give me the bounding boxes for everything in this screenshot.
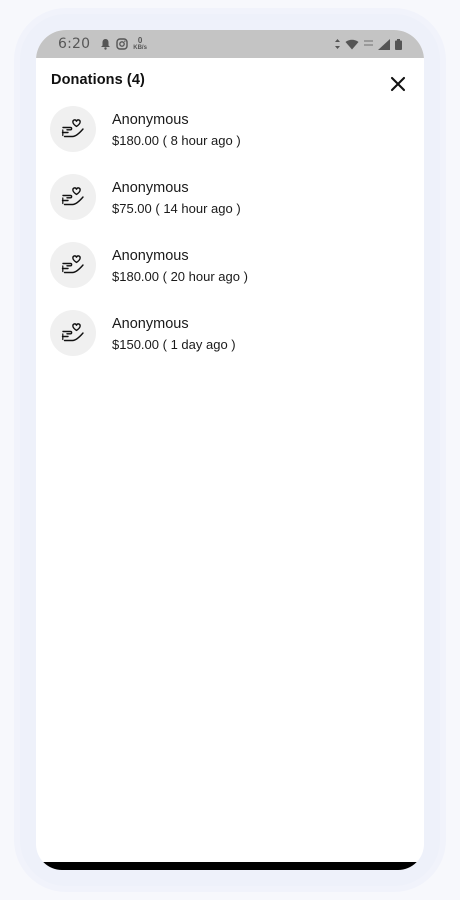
close-button[interactable]	[386, 72, 410, 96]
donation-time: ( 1 day ago )	[162, 337, 236, 352]
donation-row: Anonymous $180.00 ( 20 hour ago )	[36, 242, 424, 310]
donate-hand-heart-icon	[61, 119, 84, 138]
data-rate-unit: KB/s	[133, 45, 147, 51]
donor-avatar	[50, 242, 96, 288]
donor-name: Anonymous	[112, 112, 189, 128]
donation-amount: $150.00	[112, 337, 159, 352]
donation-amount: $75.00	[112, 201, 152, 216]
donation-time: ( 20 hour ago )	[162, 269, 248, 284]
data-rate-icon: 0 KB/s	[133, 36, 147, 52]
donor-name: Anonymous	[112, 248, 189, 264]
donation-amount: $180.00	[112, 133, 159, 148]
donation-detail: $180.00 ( 20 hour ago )	[112, 269, 248, 284]
donation-row: Anonymous $180.00 ( 8 hour ago )	[36, 106, 424, 174]
donate-hand-heart-icon	[61, 187, 84, 206]
donations-list: Anonymous $180.00 ( 8 hour ago ) Anonymo…	[36, 106, 424, 378]
battery-icon	[395, 38, 402, 50]
phone-screen: 6:20 0 KB/s Donations (4) Anonymous $180…	[36, 30, 424, 870]
donation-time: ( 14 hour ago )	[155, 201, 241, 216]
donations-header: Donations (4)	[36, 58, 424, 106]
home-indicator-bar	[36, 862, 424, 870]
status-time: 6:20	[58, 36, 91, 52]
donation-row: Anonymous $75.00 ( 14 hour ago )	[36, 174, 424, 242]
instagram-icon	[116, 38, 128, 50]
donor-name: Anonymous	[112, 180, 189, 196]
donor-avatar	[50, 106, 96, 152]
signal-icon	[378, 38, 390, 50]
data-arrows-icon	[335, 39, 340, 49]
donor-name: Anonymous	[112, 316, 189, 332]
donation-row: Anonymous $150.00 ( 1 day ago )	[36, 310, 424, 378]
status-icons-right	[335, 38, 402, 50]
wifi-icon	[345, 39, 359, 50]
status-bar-left: 6:20 0 KB/s	[58, 36, 147, 52]
donation-detail: $75.00 ( 14 hour ago )	[112, 201, 241, 216]
donation-detail: $150.00 ( 1 day ago )	[112, 337, 236, 352]
donor-avatar	[50, 310, 96, 356]
bell-icon	[100, 38, 111, 50]
donor-avatar	[50, 174, 96, 220]
data-rate-value: 0	[137, 36, 143, 45]
close-icon	[390, 76, 406, 92]
wifi-label-icon	[364, 39, 373, 49]
donate-hand-heart-icon	[61, 323, 84, 342]
donation-time: ( 8 hour ago )	[162, 133, 241, 148]
status-bar: 6:20 0 KB/s	[36, 30, 424, 58]
donate-hand-heart-icon	[61, 255, 84, 274]
status-icons-left: 0 KB/s	[100, 37, 147, 51]
page-title: Donations (4)	[51, 72, 145, 88]
donation-detail: $180.00 ( 8 hour ago )	[112, 133, 241, 148]
donation-amount: $180.00	[112, 269, 159, 284]
